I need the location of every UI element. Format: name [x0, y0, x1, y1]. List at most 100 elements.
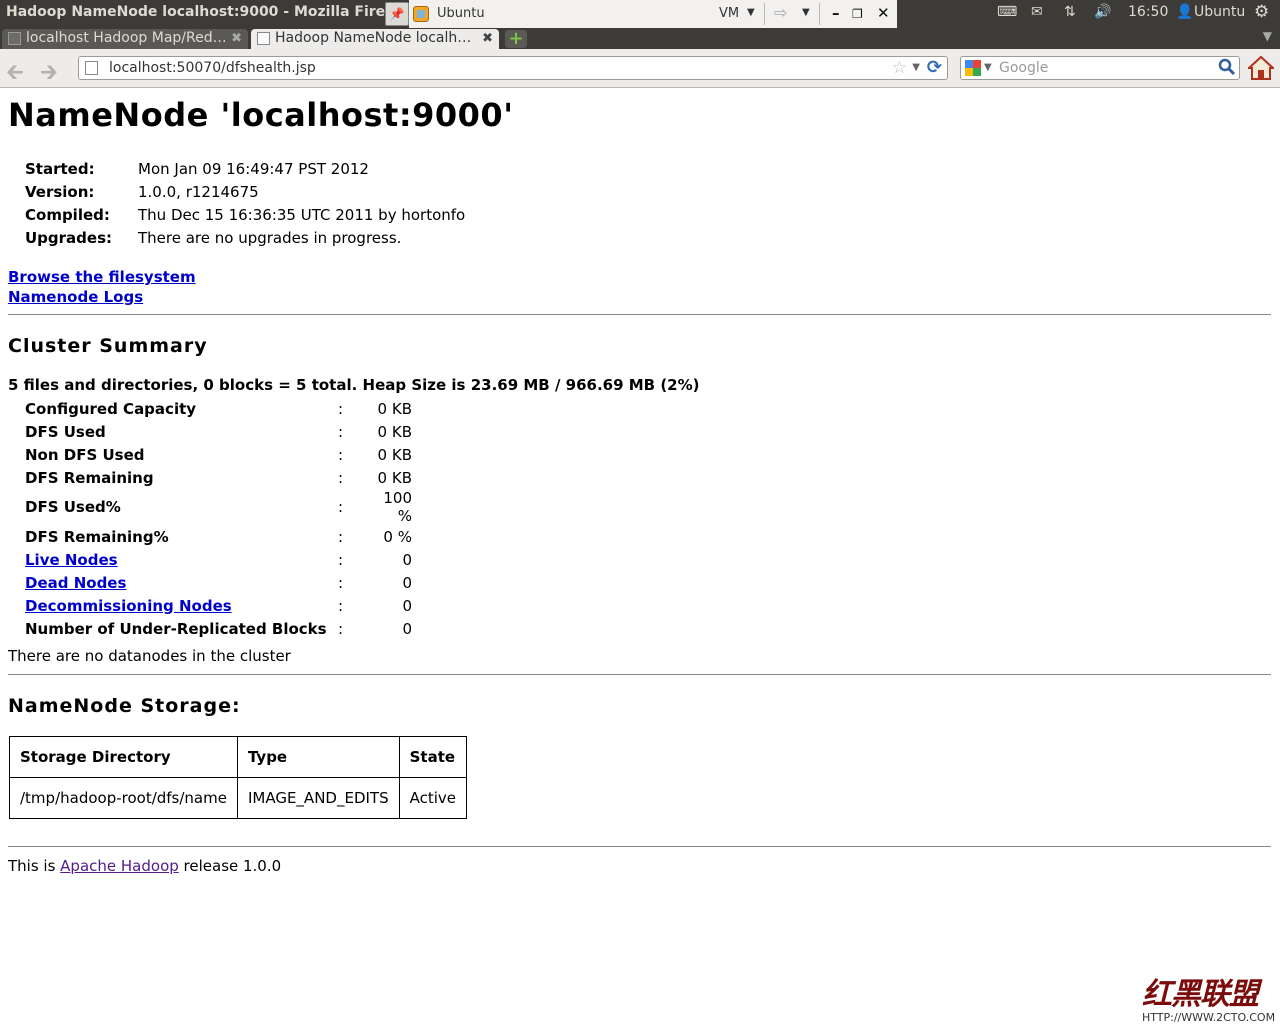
vm-separator-2	[819, 3, 820, 25]
summary-separator: :	[338, 422, 344, 441]
page-favicon-icon	[8, 32, 21, 45]
vm-menu[interactable]: VM	[719, 6, 739, 21]
summary-value: 0 KB	[377, 399, 412, 418]
tab-label: localhost Hadoop Map/Red…	[26, 30, 227, 46]
restore-icon[interactable]: ❐	[852, 7, 863, 21]
watermark: 红黑联盟 HTTP://WWW.2CTO.COM	[1142, 969, 1278, 1024]
summary-key-cell: Live Nodes	[25, 548, 338, 571]
tab-list-chevron-down-icon[interactable]: ▼	[1263, 29, 1272, 43]
vm-separator	[764, 3, 765, 25]
user-name[interactable]: Ubuntu	[1194, 4, 1245, 20]
minimize-icon[interactable]: –	[832, 4, 840, 22]
summary-key-cell: Decommissioning Nodes	[25, 594, 338, 617]
top-panel: Hadoop NameNode localhost:9000 - Mozilla…	[0, 0, 1280, 28]
table-row: DFS Remaining : 0 KB	[25, 466, 412, 489]
summary-separator: :	[338, 619, 344, 638]
search-input[interactable]	[999, 60, 1209, 76]
summary-value: 100 %	[383, 489, 412, 525]
table-row: Decommissioning Nodes : 0	[25, 594, 412, 617]
table-row: Dead Nodes : 0	[25, 571, 412, 594]
apache-hadoop-link[interactable]: Apache Hadoop	[60, 857, 179, 875]
dead-nodes-link[interactable]: Dead Nodes	[25, 574, 126, 592]
column-header: State	[398, 736, 468, 778]
reload-icon[interactable]: ⟳	[927, 57, 942, 78]
page-favicon-icon	[257, 32, 270, 45]
storage-state-cell: Active	[398, 777, 468, 819]
pin-icon[interactable]: 📌	[385, 2, 409, 26]
clock[interactable]: 16:50	[1128, 4, 1168, 20]
history-dropdown-icon[interactable]: ▼	[912, 62, 920, 73]
summary-separator: :	[338, 468, 344, 487]
search-engine-dropdown-icon[interactable]: ▼	[984, 62, 992, 73]
network-icon[interactable]: ⇅	[1064, 4, 1076, 20]
bookmark-star-icon[interactable]: ☆	[892, 58, 907, 78]
summary-key: Non DFS Used	[25, 445, 145, 464]
url-bar[interactable]: ☆ ▼ ⟳	[78, 56, 948, 80]
info-key: Started:	[25, 159, 95, 178]
back-arrow-icon[interactable]: 🡰	[6, 55, 24, 93]
keyboard-icon[interactable]: ⌨	[997, 4, 1017, 20]
info-key: Compiled:	[25, 205, 110, 224]
table-row: Number of Under-Replicated Blocks : 0	[25, 617, 412, 640]
page-identity-icon[interactable]	[85, 61, 98, 75]
mail-icon[interactable]: ✉	[1031, 4, 1043, 20]
page-title: NameNode 'localhost:9000'	[8, 96, 514, 134]
info-row: Version: 1.0.0, r1214675	[25, 180, 465, 203]
user-icon[interactable]: 👤	[1176, 4, 1193, 20]
summary-separator: :	[338, 596, 344, 615]
tab-map-reduce[interactable]: localhost Hadoop Map/Red… ✖	[2, 29, 248, 49]
close-tab-icon[interactable]: ✖	[482, 29, 493, 48]
summary-separator: :	[338, 399, 344, 418]
summary-line: 5 files and directories, 0 blocks = 5 to…	[8, 376, 700, 394]
page-content: NameNode 'localhost:9000' Started: Mon J…	[0, 89, 1280, 1024]
forward-arrow-icon[interactable]: 🡲	[40, 55, 58, 93]
storage-type-cell: IMAGE_AND_EDITS	[236, 777, 400, 819]
tab-bar: localhost Hadoop Map/Red… ✖ Hadoop NameN…	[0, 28, 1280, 49]
table-row: Non DFS Used : 0 KB	[25, 443, 412, 466]
nav-links: Browse the filesystem Namenode Logs	[8, 267, 196, 307]
namenode-logs-link[interactable]: Namenode Logs	[8, 288, 143, 306]
info-key: Version:	[25, 182, 95, 201]
table-row: /tmp/hadoop-root/dfs/name IMAGE_AND_EDIT…	[9, 777, 468, 819]
no-datanodes-message: There are no datanodes in the cluster	[8, 647, 291, 665]
volume-icon[interactable]: 🔊	[1094, 4, 1111, 20]
info-table: Started: Mon Jan 09 16:49:47 PST 2012 Ve…	[25, 157, 465, 249]
close-window-icon[interactable]: ✕	[877, 4, 890, 22]
summary-value: 0 KB	[377, 445, 412, 464]
summary-separator: :	[338, 527, 344, 546]
table-row: DFS Used : 0 KB	[25, 420, 412, 443]
vm-app-label[interactable]: Ubuntu	[437, 6, 485, 21]
google-logo-icon[interactable]	[965, 60, 982, 77]
close-tab-icon[interactable]: ✖	[231, 29, 242, 48]
home-icon[interactable]	[1248, 55, 1274, 81]
footer-suffix: release 1.0.0	[178, 857, 282, 875]
watermark-url: HTTP://WWW.2CTO.COM	[1142, 1011, 1276, 1024]
new-tab-plus-icon[interactable]: +	[505, 30, 527, 48]
summary-key: Number of Under-Replicated Blocks	[25, 619, 327, 638]
vm-menu-caret-icon[interactable]: ▼	[747, 7, 755, 18]
summary-key: DFS Used	[25, 422, 106, 441]
gear-icon[interactable]: ⚙	[1254, 2, 1269, 22]
column-header: Type	[236, 736, 400, 778]
column-header: Storage Directory	[9, 736, 238, 778]
summary-key-cell: Dead Nodes	[25, 571, 338, 594]
info-value: 1.0.0, r1214675	[138, 182, 259, 201]
search-icon[interactable]	[1218, 58, 1236, 76]
summary-separator: :	[338, 445, 344, 464]
live-nodes-link[interactable]: Live Nodes	[25, 551, 118, 569]
summary-value: 0	[402, 550, 412, 569]
decommissioning-nodes-link[interactable]: Decommissioning Nodes	[25, 597, 232, 615]
summary-value: 0	[402, 619, 412, 638]
vm-forward-icon[interactable]: ⇨	[774, 3, 787, 22]
divider	[8, 674, 1271, 675]
tab-namenode[interactable]: Hadoop NameNode localh… ✖	[251, 29, 499, 49]
storage-table: Storage Directory Type State /tmp/hadoop…	[9, 736, 468, 819]
divider	[8, 314, 1271, 315]
browse-filesystem-link[interactable]: Browse the filesystem	[8, 268, 196, 286]
summary-separator: :	[338, 550, 344, 569]
vm-forward-caret-icon[interactable]: ▼	[802, 7, 810, 18]
search-bar[interactable]: ▼	[960, 56, 1240, 80]
divider	[8, 846, 1271, 847]
url-input[interactable]	[109, 60, 869, 76]
storage-directory-cell: /tmp/hadoop-root/dfs/name	[9, 777, 238, 819]
